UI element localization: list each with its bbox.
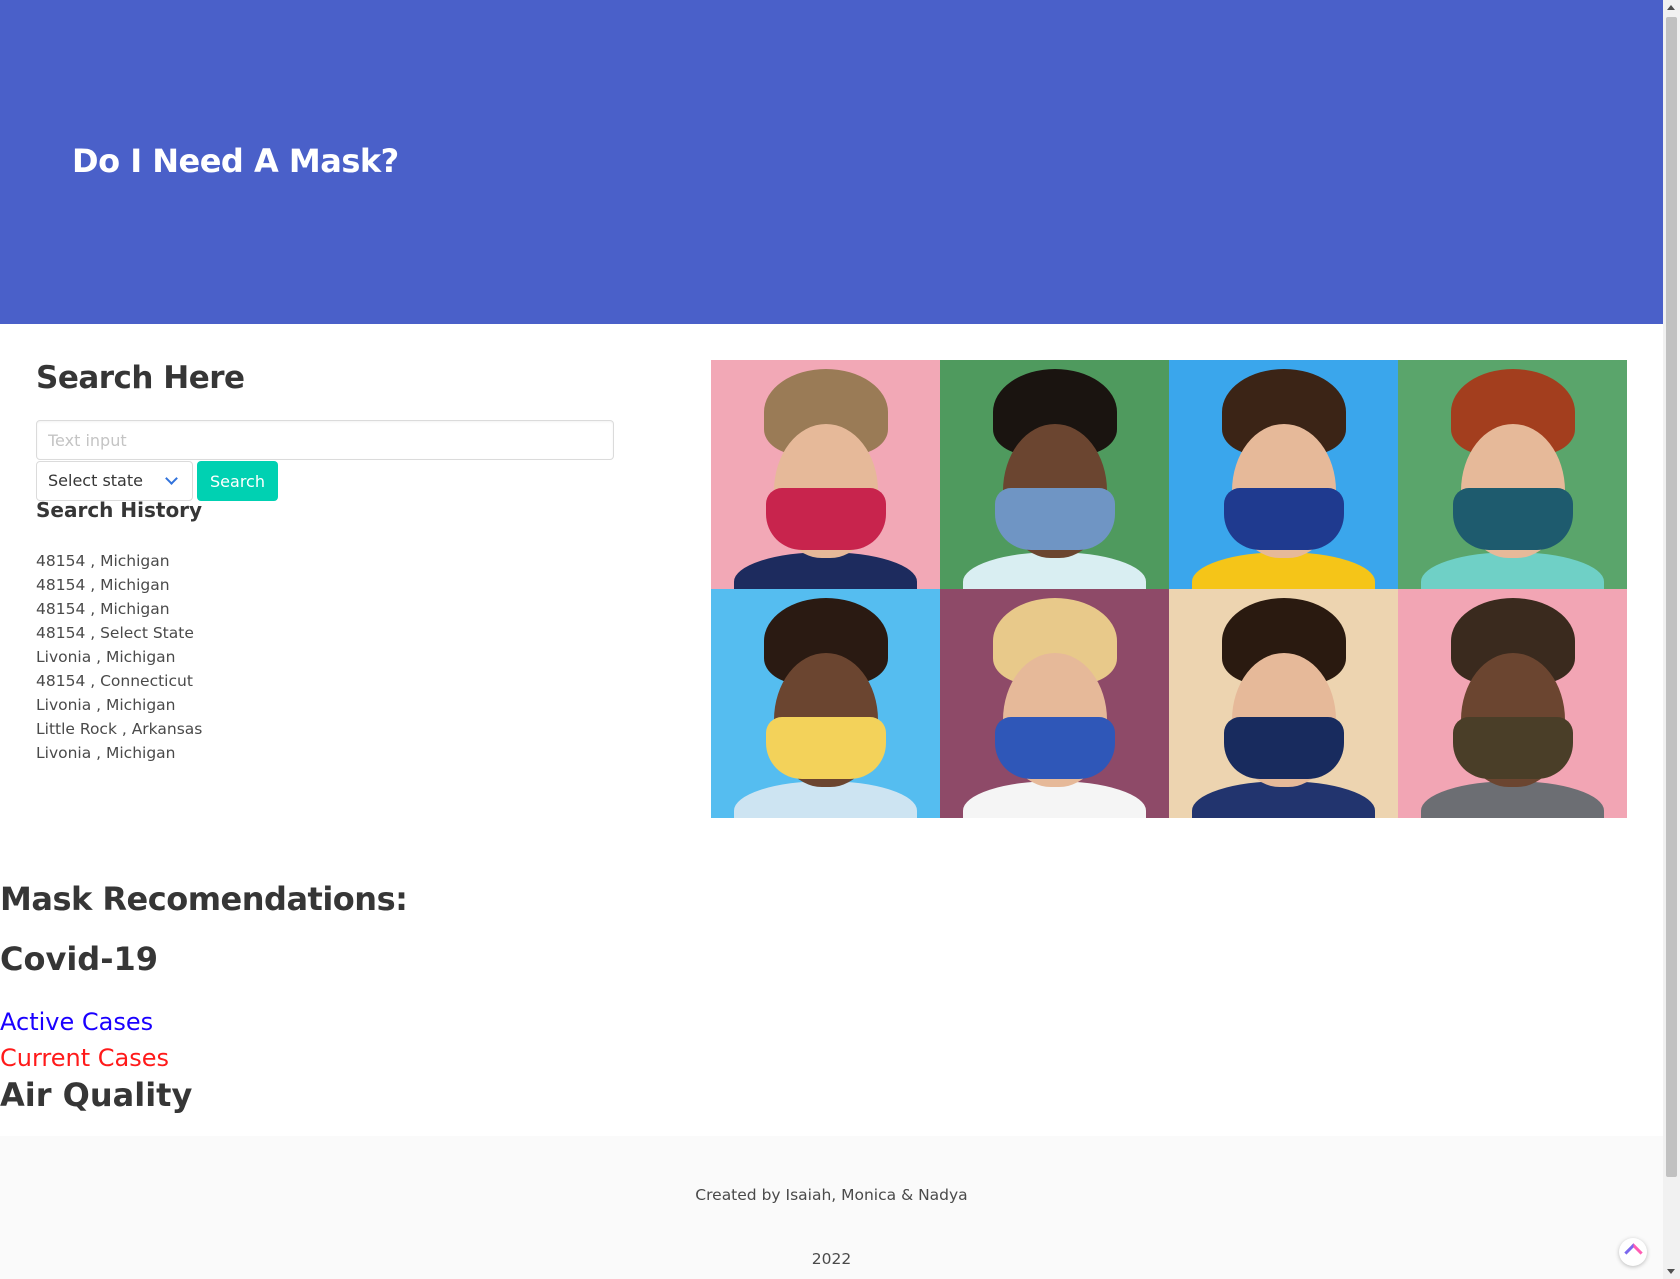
masked-person-photo bbox=[940, 589, 1169, 818]
search-heading: Search Here bbox=[36, 360, 245, 396]
masked-person-photo bbox=[1169, 360, 1398, 589]
page-title: Do I Need A Mask? bbox=[72, 142, 399, 180]
search-section: Search Here Select state Search Search H… bbox=[36, 360, 616, 762]
history-item[interactable]: 48154 , Michigan bbox=[36, 573, 202, 597]
mask-recommendations-heading: Mask Recomendations: bbox=[0, 880, 408, 918]
vertical-scrollbar[interactable] bbox=[1663, 0, 1680, 1279]
covid-heading: Covid-19 bbox=[0, 940, 159, 978]
face-mask-shape bbox=[765, 717, 886, 780]
search-history-heading: Search History bbox=[36, 498, 203, 522]
history-item[interactable]: 48154 , Select State bbox=[36, 621, 202, 645]
history-item[interactable]: Little Rock , Arkansas bbox=[36, 717, 202, 741]
masked-person-photo bbox=[1398, 360, 1627, 589]
history-item[interactable]: Livonia , Michigan bbox=[36, 693, 202, 717]
scroll-down-icon[interactable] bbox=[1667, 1269, 1675, 1274]
chevron-down-icon bbox=[165, 472, 178, 485]
face-mask-shape bbox=[1223, 488, 1344, 551]
state-select[interactable]: Select state bbox=[36, 461, 193, 501]
hero-banner: Do I Need A Mask? bbox=[0, 0, 1663, 324]
scrollbar-thumb[interactable] bbox=[1666, 17, 1677, 1177]
face-mask-shape bbox=[1223, 717, 1344, 780]
history-item[interactable]: 48154 , Connecticut bbox=[36, 669, 202, 693]
face-mask-shape bbox=[1452, 488, 1573, 551]
footer: Created by Isaiah, Monica & Nadya 2022 bbox=[0, 1136, 1663, 1279]
masked-person-photo bbox=[711, 360, 940, 589]
current-cases-label: Current Cases bbox=[0, 1044, 170, 1072]
history-item[interactable]: 48154 , Michigan bbox=[36, 597, 202, 621]
search-input[interactable] bbox=[36, 420, 614, 460]
face-mask-shape bbox=[994, 488, 1115, 551]
masked-person-photo bbox=[711, 589, 940, 818]
face-mask-shape bbox=[765, 488, 886, 551]
masked-person-photo bbox=[1398, 589, 1627, 818]
active-cases-label: Active Cases bbox=[0, 1008, 154, 1036]
masked-people-photo-grid bbox=[711, 360, 1627, 818]
footer-credit: Created by Isaiah, Monica & Nadya bbox=[695, 1186, 968, 1204]
recommendations-section: Mask Recomendations: Covid-19 Active Cas… bbox=[0, 880, 408, 1114]
search-button[interactable]: Search bbox=[197, 461, 278, 501]
air-quality-heading: Air Quality bbox=[0, 1076, 193, 1114]
history-item[interactable]: Livonia , Michigan bbox=[36, 741, 202, 765]
history-item[interactable]: Livonia , Michigan bbox=[36, 645, 202, 669]
scroll-up-icon[interactable] bbox=[1667, 5, 1675, 10]
search-history-list: 48154 , Michigan 48154 , Michigan 48154 … bbox=[36, 549, 202, 765]
face-mask-shape bbox=[1452, 717, 1573, 780]
state-select-value: Select state bbox=[48, 471, 143, 490]
history-item[interactable]: 48154 , Michigan bbox=[36, 549, 202, 573]
clickup-extension-icon[interactable] bbox=[1619, 1238, 1647, 1266]
face-mask-shape bbox=[994, 717, 1115, 780]
masked-person-photo bbox=[940, 360, 1169, 589]
footer-year: 2022 bbox=[811, 1250, 852, 1268]
masked-person-photo bbox=[1169, 589, 1398, 818]
